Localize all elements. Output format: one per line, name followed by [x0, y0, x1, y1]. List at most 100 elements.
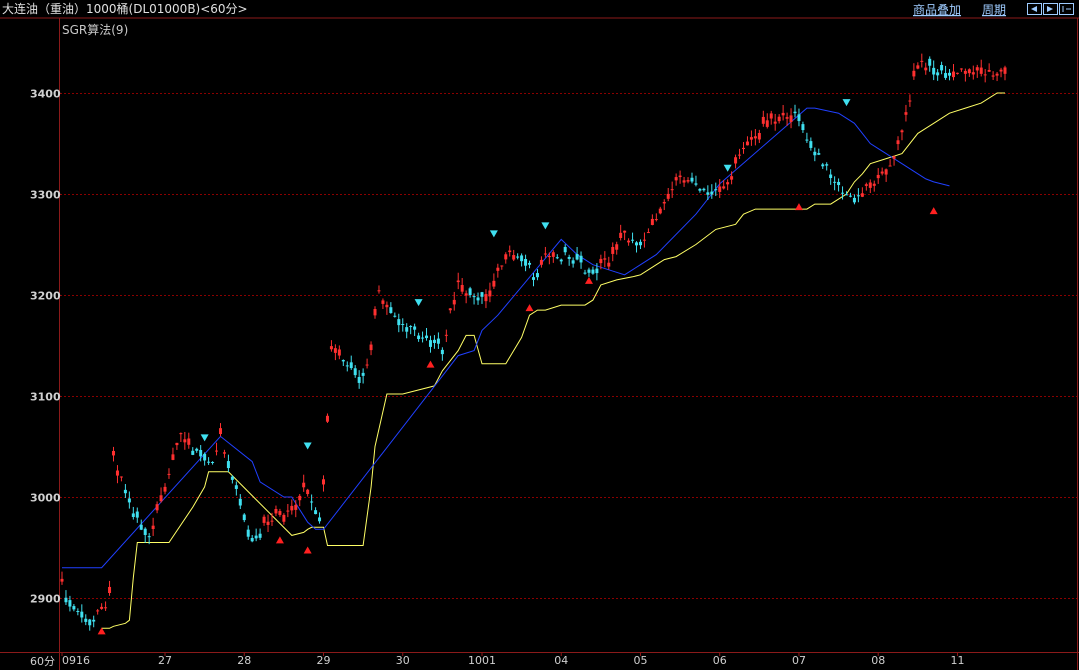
candle-body — [888, 165, 892, 167]
candle-body — [971, 72, 975, 75]
candle-body — [951, 71, 955, 78]
candle-body — [785, 117, 789, 119]
candle-body — [135, 511, 139, 518]
candle-body — [975, 67, 979, 71]
candle-body — [456, 280, 460, 283]
candle-body — [405, 327, 409, 332]
candle-body — [127, 498, 131, 503]
candle-body — [638, 241, 642, 246]
candle-body — [199, 449, 203, 457]
candle-body — [658, 208, 662, 214]
candle-body — [821, 164, 825, 167]
overlay-link[interactable]: 商品叠加 — [913, 2, 961, 17]
candle-body — [112, 450, 116, 456]
candle-body — [777, 116, 781, 122]
candle-body — [524, 258, 528, 266]
candle-body — [924, 67, 928, 71]
candle-body — [512, 255, 516, 260]
candle-body — [650, 218, 654, 225]
candle-body — [528, 262, 532, 265]
candle-body — [468, 288, 472, 296]
candle-body — [718, 186, 722, 192]
candle-body — [833, 181, 837, 183]
x-tick-label: 05 — [633, 654, 647, 667]
candle-body — [864, 184, 868, 186]
candle-body — [218, 428, 222, 435]
candle-body — [551, 252, 555, 257]
candle-body — [730, 176, 734, 180]
candle-body — [674, 177, 678, 181]
candle-body — [393, 315, 397, 317]
candle-body — [1003, 67, 1007, 74]
candle-body — [119, 476, 123, 478]
candle-body — [123, 489, 127, 494]
candle-body — [258, 533, 262, 538]
candle-body — [448, 308, 452, 311]
candle-body — [702, 188, 706, 191]
candle-body — [203, 453, 207, 461]
candle-body — [64, 597, 68, 603]
candle-body — [60, 578, 64, 582]
candle-body — [603, 258, 607, 260]
candle-body — [96, 610, 100, 612]
candle-body — [860, 193, 864, 197]
candle-body — [496, 267, 500, 271]
candle-body — [848, 195, 852, 197]
candle-body — [563, 247, 567, 253]
candle-body — [955, 72, 959, 74]
candle-body — [666, 193, 670, 199]
candle-body — [476, 297, 480, 301]
candle-body — [829, 174, 833, 179]
candle-body — [936, 72, 940, 76]
candle-body — [635, 242, 639, 246]
candle-body — [543, 253, 547, 255]
candle-body — [646, 232, 650, 234]
candle-body — [520, 255, 524, 262]
candle-body — [274, 508, 278, 514]
candle-body — [627, 240, 631, 243]
candle-body — [500, 265, 504, 267]
candle-body — [270, 520, 274, 522]
period-link[interactable]: 周期 — [982, 3, 1006, 17]
candle-body — [769, 113, 773, 119]
candle-body — [805, 139, 809, 141]
candle-body — [361, 372, 365, 376]
candle-body — [262, 516, 266, 523]
candle-body — [845, 194, 849, 196]
candle-body — [88, 619, 92, 626]
candle-body — [80, 611, 84, 618]
candle-body — [813, 151, 817, 156]
candle-body — [714, 189, 718, 191]
candle-body — [920, 60, 924, 62]
candle-body — [841, 192, 845, 194]
candle-body — [734, 157, 738, 164]
candle-body — [187, 438, 191, 445]
candle-body — [242, 514, 246, 521]
candle-body — [959, 68, 963, 70]
candle-body — [175, 442, 179, 446]
candle-body — [76, 610, 80, 612]
candle-body — [876, 174, 880, 179]
candle-body — [444, 334, 448, 336]
candle-body — [571, 260, 575, 264]
candle-body — [880, 171, 884, 174]
candle-body — [607, 262, 611, 267]
candle-body — [967, 69, 971, 74]
candle-body — [595, 268, 599, 274]
candlestick-chart[interactable]: 大连油（重油）1000桶(DL01000B)<60分> 商品叠加 周期 SGR算… — [0, 0, 1079, 670]
candle-body — [559, 259, 563, 262]
candle-body — [983, 74, 987, 76]
candle-body — [460, 284, 464, 292]
candle-body — [389, 307, 393, 313]
x-tick-label: 1001 — [468, 654, 496, 667]
candle-body — [797, 114, 801, 122]
candle-body — [587, 269, 591, 273]
candle-body — [690, 177, 694, 182]
candle-body — [191, 450, 195, 455]
period-unit: 60分 — [30, 655, 55, 668]
candle-body — [753, 136, 757, 139]
candle-body — [686, 180, 690, 182]
candle-body — [246, 529, 250, 537]
candle-body — [385, 304, 389, 308]
x-tick-label: 06 — [713, 654, 727, 667]
